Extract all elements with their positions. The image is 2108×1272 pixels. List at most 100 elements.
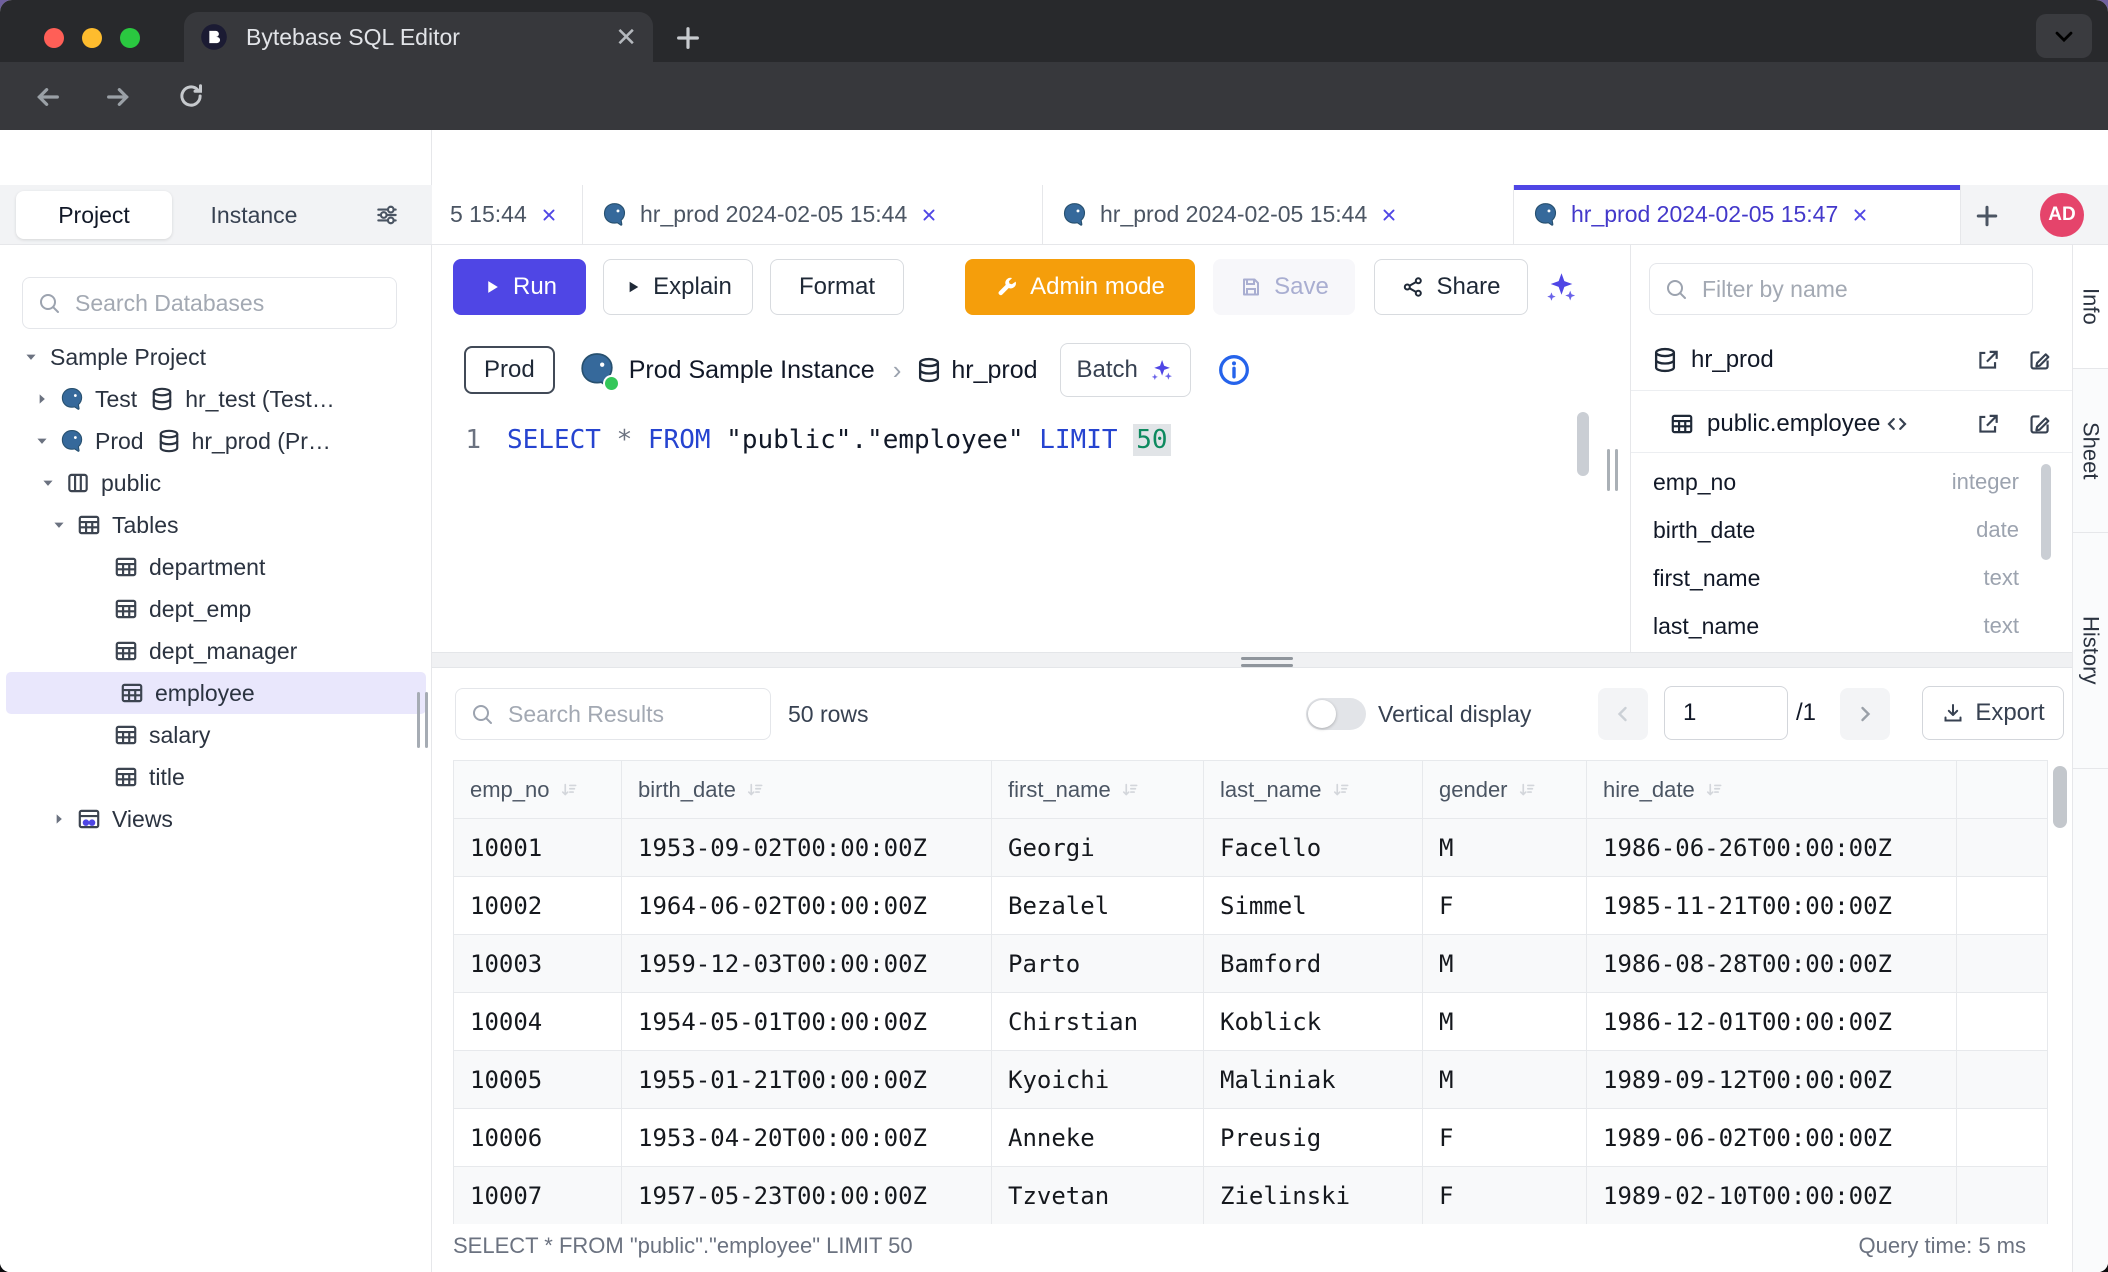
next-page-button[interactable] xyxy=(1840,688,1890,740)
code-icon[interactable] xyxy=(1884,411,1910,437)
table-row-2[interactable]: 100021964-06-02T00:00:00ZBezalelSimmelF1… xyxy=(454,877,2048,935)
sort-icon[interactable] xyxy=(1704,780,1724,800)
cell-gender[interactable]: M xyxy=(1423,819,1587,877)
column-row-birth_date[interactable]: birth_datedate xyxy=(1631,506,2051,554)
cell-first_name[interactable]: Tzvetan xyxy=(992,1167,1204,1225)
format-button[interactable]: Format xyxy=(770,259,904,315)
editor-scrollbar[interactable] xyxy=(1577,412,1589,476)
tree-item-Test[interactable]: Testhr_test (Test… xyxy=(0,378,432,420)
cell-gender[interactable]: F xyxy=(1423,1167,1587,1225)
ai-sparkles-icon[interactable] xyxy=(1542,269,1578,305)
cell-hire_date[interactable]: 1986-12-01T00:00:00Z xyxy=(1587,993,1957,1051)
page-number-input[interactable] xyxy=(1664,686,1788,740)
environment-badge[interactable]: Prod xyxy=(464,346,555,394)
cell-emp_no[interactable]: 10003 xyxy=(454,935,622,993)
batch-button[interactable]: Batch xyxy=(1060,343,1191,397)
cell-last_name[interactable]: Koblick xyxy=(1204,993,1423,1051)
cell-birth_date[interactable]: 1959-12-03T00:00:00Z xyxy=(622,935,992,993)
schema-database-row[interactable]: hr_prod xyxy=(1651,334,2053,386)
cell-birth_date[interactable]: 1953-09-02T00:00:00Z xyxy=(622,819,992,877)
cell-hire_date[interactable]: 1985-11-21T00:00:00Z xyxy=(1587,877,1957,935)
table-row-7[interactable]: 100071957-05-23T00:00:00ZTzvetanZielinsk… xyxy=(454,1167,2048,1225)
traffic-zoom-button[interactable] xyxy=(120,28,140,48)
table-row-1[interactable]: 100011953-09-02T00:00:00ZGeorgiFacelloM1… xyxy=(454,819,2048,877)
reload-icon[interactable] xyxy=(176,81,206,111)
tree-item-dept_emp[interactable]: dept_emp xyxy=(0,588,432,630)
cell-gender[interactable]: M xyxy=(1423,1051,1587,1109)
results-scrollbar[interactable] xyxy=(2053,766,2067,828)
tree-item-department[interactable]: department xyxy=(0,546,432,588)
schema-filter-input[interactable] xyxy=(1700,275,2018,304)
cell-last_name[interactable]: Bamford xyxy=(1204,935,1423,993)
editor-tab-2[interactable]: hr_prod 2024-02-05 15:44 xyxy=(583,185,1043,244)
table-row-3[interactable]: 100031959-12-03T00:00:00ZPartoBamfordM19… xyxy=(454,935,2048,993)
tree-item-employee[interactable]: employee xyxy=(6,672,426,714)
column-row-emp_no[interactable]: emp_nointeger xyxy=(1631,458,2051,506)
cell-birth_date[interactable]: 1953-04-20T00:00:00Z xyxy=(622,1109,992,1167)
cell-gender[interactable]: M xyxy=(1423,993,1587,1051)
tree-item-Prod[interactable]: Prodhr_prod (Pr… xyxy=(0,420,432,462)
sort-icon[interactable] xyxy=(1120,780,1140,800)
add-tab-button[interactable] xyxy=(1972,201,2002,231)
table-row-6[interactable]: 100061953-04-20T00:00:00ZAnnekePreusigF1… xyxy=(454,1109,2048,1167)
cell-first_name[interactable]: Chirstian xyxy=(992,993,1204,1051)
tree-item-Sample Project[interactable]: Sample Project xyxy=(0,336,432,378)
column-header-emp_no[interactable]: emp_no xyxy=(454,761,622,819)
tree-item-salary[interactable]: salary xyxy=(0,714,432,756)
external-link-icon[interactable] xyxy=(1975,347,2001,373)
sort-icon[interactable] xyxy=(1331,780,1351,800)
sort-icon[interactable] xyxy=(745,780,765,800)
cell-gender[interactable]: F xyxy=(1423,1109,1587,1167)
back-icon[interactable] xyxy=(32,81,64,113)
browser-tab[interactable]: Bytebase SQL Editor ✕ xyxy=(184,12,653,62)
external-link-icon[interactable] xyxy=(1975,411,2001,437)
cell-birth_date[interactable]: 1954-05-01T00:00:00Z xyxy=(622,993,992,1051)
cell-birth_date[interactable]: 1957-05-23T00:00:00Z xyxy=(622,1167,992,1225)
column-header-first_name[interactable]: first_name xyxy=(992,761,1204,819)
cell-hire_date[interactable]: 1989-02-10T00:00:00Z xyxy=(1587,1167,1957,1225)
info-circle-icon[interactable] xyxy=(1217,353,1251,387)
cell-emp_no[interactable]: 10007 xyxy=(454,1167,622,1225)
tab-project[interactable]: Project xyxy=(16,191,172,239)
schema-filter[interactable] xyxy=(1649,263,2033,315)
tab-close-icon[interactable]: ✕ xyxy=(615,22,637,53)
vertical-display-toggle[interactable] xyxy=(1306,698,1366,730)
results-search-input[interactable] xyxy=(506,700,756,729)
tree-item-Views[interactable]: Views xyxy=(0,798,432,840)
editor-tab-1[interactable]: 5 15:44 xyxy=(432,185,583,244)
panel-resize-handle[interactable] xyxy=(1607,449,1618,491)
column-header-gender[interactable]: gender xyxy=(1423,761,1587,819)
sidebar-resize-handle[interactable] xyxy=(417,692,428,748)
prev-page-button[interactable] xyxy=(1598,688,1648,740)
edit-icon[interactable] xyxy=(2027,411,2053,437)
cell-first_name[interactable]: Georgi xyxy=(992,819,1204,877)
traffic-close-button[interactable] xyxy=(44,28,64,48)
side-tab-sheet[interactable]: Sheet xyxy=(2073,369,2108,533)
database-name[interactable]: hr_prod xyxy=(951,356,1037,385)
editor-tab-3[interactable]: hr_prod 2024-02-05 15:44 xyxy=(1043,185,1514,244)
run-button[interactable]: Run xyxy=(453,259,586,315)
sort-icon[interactable] xyxy=(559,780,579,800)
cell-gender[interactable]: M xyxy=(1423,935,1587,993)
cell-gender[interactable]: F xyxy=(1423,877,1587,935)
sql-editor-line[interactable]: 1 SELECT * FROM "public"."employee" LIMI… xyxy=(432,420,1171,460)
database-search[interactable] xyxy=(22,277,397,329)
database-search-input[interactable] xyxy=(73,289,382,318)
close-tab-icon[interactable] xyxy=(539,205,559,225)
cell-emp_no[interactable]: 10005 xyxy=(454,1051,622,1109)
splitter-grip[interactable] xyxy=(1241,657,1293,671)
cell-emp_no[interactable]: 10002 xyxy=(454,877,622,935)
cell-birth_date[interactable]: 1964-06-02T00:00:00Z xyxy=(622,877,992,935)
editor-tab-4[interactable]: hr_prod 2024-02-05 15:47 xyxy=(1514,185,1961,244)
table-row-4[interactable]: 100041954-05-01T00:00:00ZChirstianKoblic… xyxy=(454,993,2048,1051)
cell-last_name[interactable]: Maliniak xyxy=(1204,1051,1423,1109)
cell-first_name[interactable]: Anneke xyxy=(992,1109,1204,1167)
cell-last_name[interactable]: Preusig xyxy=(1204,1109,1423,1167)
column-row-first_name[interactable]: first_nametext xyxy=(1631,554,2051,602)
cell-hire_date[interactable]: 1989-06-02T00:00:00Z xyxy=(1587,1109,1957,1167)
column-row-last_name[interactable]: last_nametext xyxy=(1631,602,2051,650)
cell-hire_date[interactable]: 1986-08-28T00:00:00Z xyxy=(1587,935,1957,993)
tree-item-title[interactable]: title xyxy=(0,756,432,798)
explain-button[interactable]: Explain xyxy=(603,259,753,315)
cell-emp_no[interactable]: 10006 xyxy=(454,1109,622,1167)
